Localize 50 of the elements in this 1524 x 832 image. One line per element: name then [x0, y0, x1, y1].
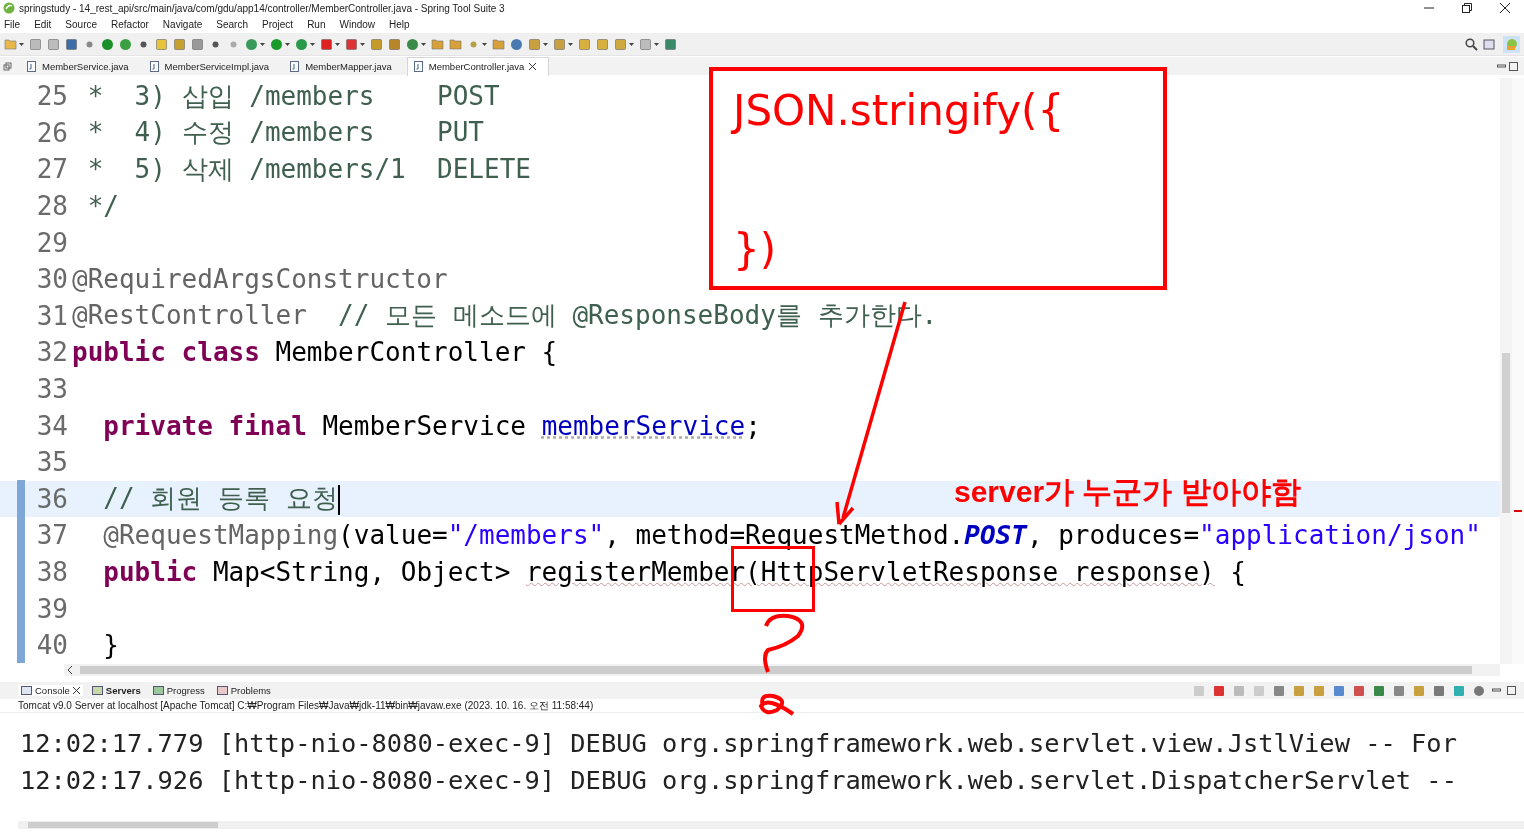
menu-item[interactable]: Search: [216, 19, 248, 30]
line-number: 32: [35, 337, 69, 368]
editor-tab[interactable]: MemberMapper.java: [284, 57, 404, 75]
line-number: 33: [35, 374, 69, 405]
line-number: 39: [35, 593, 69, 624]
editor-tab[interactable]: MemberService.java: [21, 57, 141, 75]
menu-item[interactable]: Help: [389, 19, 410, 30]
menu-item[interactable]: File: [4, 19, 21, 30]
line-number: 35: [35, 447, 69, 478]
console-line: 12:02:17.926 [http-nio-8080-exec-9] DEBUG org.springframework.web.servlet.DispatcherServlet --: [20, 764, 1458, 797]
view-tab[interactable]: Servers: [88, 685, 144, 696]
code-line: public class MemberController {: [72, 337, 558, 368]
editor-tab[interactable]: MemberController.java: [406, 56, 550, 76]
line-number: 25: [35, 81, 69, 112]
code-line: * 3) 삽입 /members POST: [86, 79, 500, 113]
code-line: * 5) 삭제 /members/1 DELETE: [86, 153, 531, 186]
code-line: // 회원 등록 요청: [102, 482, 340, 517]
line-number: 29: [35, 227, 69, 258]
line-number: 31: [35, 300, 69, 331]
line-number: 40: [35, 630, 69, 661]
line-number: 36: [35, 483, 69, 514]
line-number: 26: [35, 117, 69, 148]
code-line: @RequiredArgsConstructor: [72, 264, 448, 295]
menu-item[interactable]: Run: [307, 19, 326, 30]
code-line: @RequestMapping(value="/members", method=RequestMethod.POST, produces="application/json": [102, 520, 1481, 551]
line-number: 34: [35, 410, 69, 441]
menu-item[interactable]: Refactor: [111, 19, 149, 30]
view-tab[interactable]: Progress: [149, 685, 208, 696]
view-tab[interactable]: Console: [18, 685, 83, 696]
code-line: }: [102, 630, 119, 661]
menu-item[interactable]: Project: [262, 19, 294, 30]
console-line: 12:02:17.779 [http-nio-8080-exec-9] DEBUG org.springframework.web.servlet.view.JstlView -- For: [20, 727, 1458, 760]
view-tab[interactable]: Problems: [213, 685, 274, 696]
console-header: Tomcat v9.0 Server at localhost [Apache Tomcat] C:₩Program Files₩Java₩jdk-11₩bin₩javaw.exe (2023. 10. 16. 오전 11:58:44): [0, 699, 1524, 713]
menu-item[interactable]: Edit: [34, 19, 52, 30]
code-line: * 4) 수정 /members PUT: [86, 116, 485, 150]
code-line: private final MemberService memberService;: [102, 410, 761, 441]
annotation-note: server가 누군가 받아야함: [954, 474, 1301, 510]
annotation-text: }): [733, 224, 777, 276]
line-number: 28: [35, 191, 69, 222]
menu-item[interactable]: Window: [339, 19, 376, 30]
line-number: 30: [35, 264, 69, 295]
line-number: 38: [35, 557, 69, 587]
code-line: */: [86, 191, 119, 222]
line-number: 37: [35, 520, 69, 551]
editor-tab[interactable]: MemberServiceImpl.java: [143, 57, 282, 75]
menu-item[interactable]: Navigate: [162, 19, 203, 30]
menu-item[interactable]: Source: [65, 19, 98, 30]
line-number: 27: [35, 154, 69, 185]
window-title: springstudy - 14_rest_api/src/main/java/com/gdu/app14/controller/MemberController.java - Spring Tool Suite 3: [19, 2, 505, 14]
